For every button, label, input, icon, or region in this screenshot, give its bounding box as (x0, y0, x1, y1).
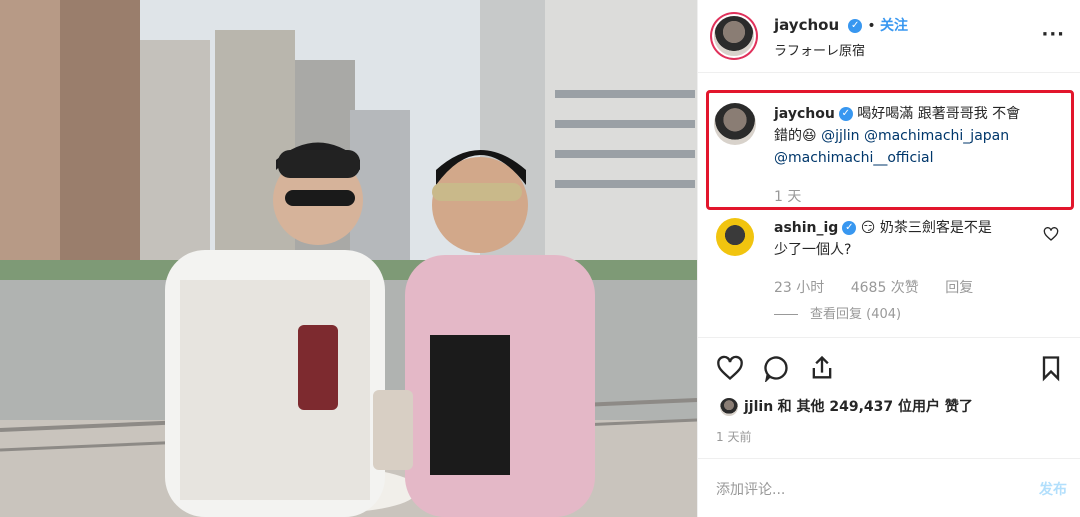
comment-line2: 少了一個人? (774, 242, 852, 258)
caption-time: 1 天 (774, 189, 802, 205)
caption-text: jaychou ✓ 喝好喝滿 跟著哥哥我 不會 錯的😆 @jjlin @machi… (774, 103, 1054, 169)
comment-like-heart-icon[interactable] (1043, 226, 1059, 242)
post-location[interactable]: ラフォーレ原宿 (774, 40, 865, 59)
avatar[interactable] (714, 16, 754, 56)
verified-icon: ✓ (848, 18, 863, 33)
post-photo[interactable] (0, 0, 697, 517)
comment-input[interactable]: 添加评论... (716, 479, 785, 499)
post-header: jaychou ✓ • 关注 ラフォーレ原宿 ··· (698, 0, 1080, 73)
liker-avatar[interactable] (720, 398, 738, 416)
emoji-laugh: 😆 (802, 128, 817, 144)
view-replies[interactable]: 查看回复 (404) (774, 303, 901, 322)
post-photo-illustration (0, 0, 697, 517)
divider (698, 458, 1080, 459)
emoji-smirk: 😏 (860, 220, 876, 236)
post-comment-button[interactable]: 发布 (1039, 479, 1067, 499)
caption-avatar[interactable] (714, 103, 756, 145)
more-icon[interactable]: ··· (1041, 24, 1065, 45)
likes-row: jjlin 和 其他 249,437 位用户 赞了 (720, 396, 973, 416)
comment-meta: 23 小时 4685 次赞 回复 (774, 277, 973, 297)
caption-username[interactable]: jaychou (774, 106, 835, 122)
verified-icon: ✓ (838, 107, 853, 121)
bookmark-icon[interactable] (1037, 354, 1065, 382)
share-icon[interactable] (808, 354, 836, 382)
replies-line (774, 314, 798, 315)
follow-button[interactable]: 关注 (880, 18, 908, 34)
likes-text[interactable]: 和 其他 249,437 位用户 赞了 (778, 399, 973, 415)
comment-username[interactable]: ashin_ig (774, 220, 838, 236)
posted-time: 1 天前 (716, 430, 752, 444)
comment-icon[interactable] (762, 354, 790, 382)
heart-icon[interactable] (716, 354, 744, 382)
separator-dot: • (867, 18, 881, 34)
view-replies-label: 查看回复 (404) (810, 307, 902, 322)
liker-username[interactable]: jjlin (744, 399, 773, 415)
comment-text: ashin_ig ✓ 😏 奶茶三劍客是不是 少了一個人? (774, 217, 1044, 261)
comment-line1: 奶茶三劍客是不是 (879, 220, 992, 236)
mention-jjlin[interactable]: @jjlin (821, 128, 859, 144)
mention-machimachi-official[interactable]: @machimachi__official (774, 150, 934, 166)
comment-time: 23 小时 (774, 280, 825, 296)
reply-button[interactable]: 回复 (945, 280, 973, 296)
caption-line2: 錯的 (774, 128, 802, 144)
post-username[interactable]: jaychou (774, 16, 839, 34)
caption-line1: 喝好喝滿 跟著哥哥我 不會 (857, 106, 1021, 122)
verified-icon: ✓ (842, 221, 857, 235)
commenter-avatar[interactable] (716, 218, 754, 256)
mention-machimachi-japan[interactable]: @machimachi_japan (864, 128, 1009, 144)
comment-likes[interactable]: 4685 次赞 (851, 280, 919, 296)
divider (698, 337, 1080, 338)
post-panel: jaychou ✓ • 关注 ラフォーレ原宿 ··· jaychou ✓ 喝好喝滿… (697, 0, 1080, 517)
